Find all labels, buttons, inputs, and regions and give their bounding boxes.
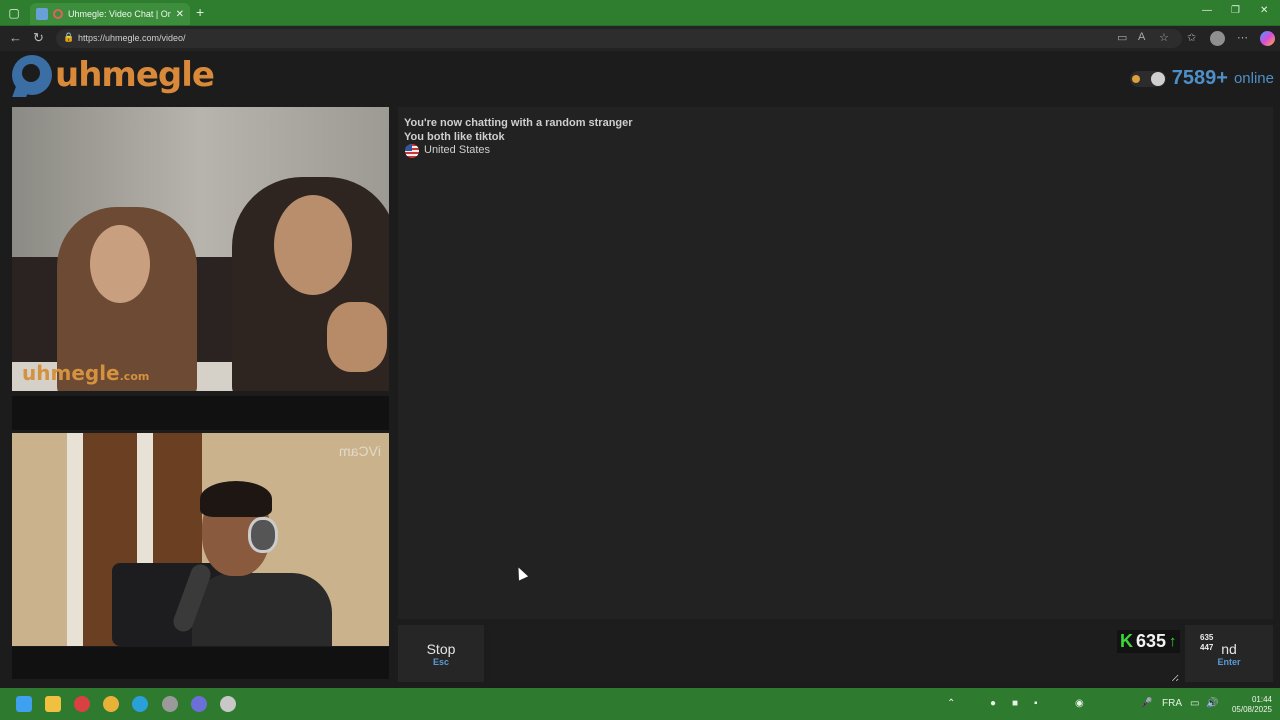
stop-button[interactable]: Stop Esc [398,625,484,682]
close-window-button[interactable]: ✕ [1260,5,1268,16]
minimize-button[interactable]: — [1202,5,1212,16]
stream-counter-overlay: K 635 ↑ [1117,630,1180,653]
chat-log[interactable]: You're now chatting with a random strang… [398,107,1273,619]
read-aloud-icon[interactable]: A [1138,31,1145,43]
tab-actions-icon[interactable]: ▢ [6,5,22,21]
address-bar[interactable] [56,29,1182,48]
video-divider [12,396,389,430]
chrome-icon[interactable] [103,696,119,712]
microphone-tray-icon[interactable]: 🎤 [1140,698,1152,709]
video-bottom-bar [12,647,389,679]
online-label: online [1233,70,1274,87]
uhmegle-page: uhmegle 7589+ online uhmegle.com iVCam Y… [0,51,1280,688]
favorites-icon[interactable]: ✩ [1187,31,1196,44]
tray-chevron-icon[interactable]: ⌃ [947,698,955,709]
self-video: iVCam [12,433,389,646]
browser-tab-bar: ▢ Uhmegle: Video Chat | Omeg ✕ + — ❐ ✕ [0,0,1280,26]
reader-icon[interactable]: ▭ [1117,31,1127,44]
headset-icon [248,517,278,553]
person-silhouette [192,573,332,646]
message-input[interactable] [489,625,1179,682]
arrow-up-icon: ↑ [1169,633,1177,650]
new-tab-button[interactable]: + [196,4,204,20]
volume-icon[interactable]: 🔊 [1206,698,1218,709]
sun-icon [1131,74,1140,83]
logo-tail [12,87,30,97]
online-indicator: 7589+ online [1129,67,1274,90]
stream-stats: 635 447 [1200,633,1214,652]
file-explorer-icon[interactable] [45,696,61,712]
back-icon[interactable]: ← [9,30,22,45]
favorite-star-icon[interactable]: ☆ [1159,31,1169,44]
stranger-video: uhmegle.com [12,107,389,391]
profile-avatar[interactable] [1210,31,1225,46]
theme-toggle[interactable] [1129,70,1166,87]
browser-toolbar: ← ↻ 🔒 https://uhmegle.com/video/ ▭ A ☆ ✩… [0,26,1280,51]
url-text[interactable]: https://uhmegle.com/video/ [78,33,186,43]
start-icon[interactable] [16,696,32,712]
tray-app-icon[interactable]: ▪ [1034,698,1038,709]
system-clock[interactable]: 01:44 05/08/2025 [1232,695,1272,715]
stranger-country: United States [424,144,491,156]
cam-watermark: iVCam [338,443,381,459]
refresh-icon[interactable]: ↻ [33,30,44,46]
tray-app-icon[interactable]: ■ [1012,698,1018,709]
site-favicon-icon [36,8,48,20]
video-watermark: uhmegle.com [22,361,150,385]
tray-app-icon[interactable]: ● [990,698,996,709]
tab-title: Uhmegle: Video Chat | Omeg [68,9,171,19]
more-menu-icon[interactable]: ⋯ [1237,31,1248,44]
copilot-icon[interactable] [1260,31,1275,46]
recording-icon [53,9,63,19]
send-button[interactable]: nd Enter [1185,625,1273,682]
maximize-button[interactable]: ❐ [1231,5,1240,16]
network-icon[interactable]: ▭ [1190,698,1199,709]
opera-icon[interactable] [74,696,90,712]
toggle-knob [1150,71,1165,86]
viewer-count: 635 [1136,631,1167,651]
obs-icon[interactable] [162,696,178,712]
windows-taskbar: ⌃ ● ■ ▪ ◉ 🎤 FRA ▭ 🔊 01:44 05/08/2025 [0,688,1280,720]
logo-text[interactable]: uhmegle [55,55,215,95]
browser-tab-uhmegle[interactable]: Uhmegle: Video Chat | Omeg ✕ [30,3,190,25]
us-flag-icon [405,144,419,158]
tray-app-icon[interactable]: ◉ [1075,698,1084,709]
chat-interest-line: You both like tiktok [404,131,505,143]
settings-icon[interactable] [220,696,236,712]
discord-icon[interactable] [191,696,207,712]
edge-icon[interactable] [132,696,148,712]
lock-icon[interactable]: 🔒 [63,32,74,43]
language-indicator[interactable]: FRA [1162,698,1182,709]
online-count: 7589+ [1171,67,1228,89]
tab-close-icon[interactable]: ✕ [176,9,184,20]
chat-status-line: You're now chatting with a random strang… [404,117,633,129]
kick-logo-icon: K [1120,631,1133,651]
